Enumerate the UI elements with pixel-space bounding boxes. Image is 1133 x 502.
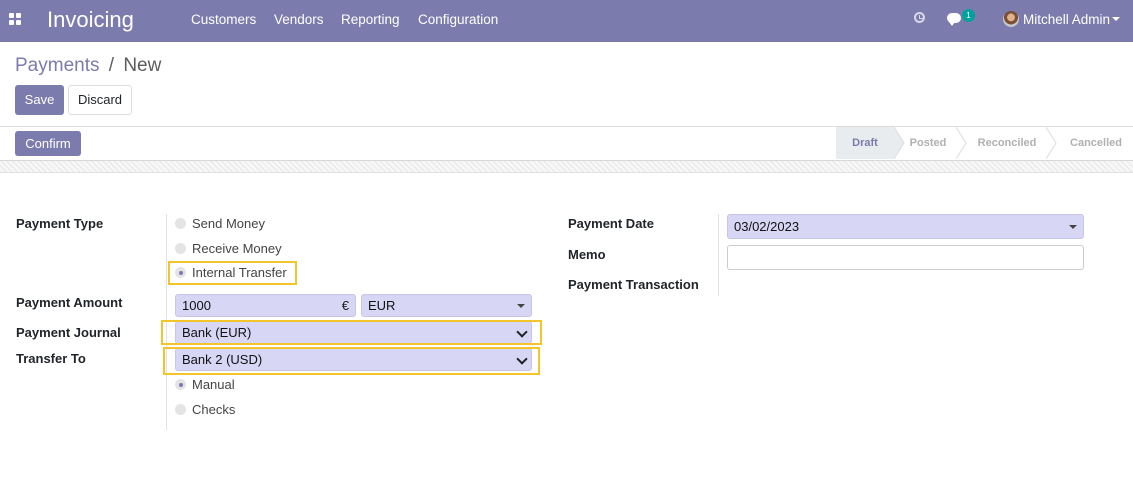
transfer-to-label: Transfer To <box>16 351 86 366</box>
caret-down-icon[interactable] <box>1069 225 1077 229</box>
currency-value: EUR <box>368 298 396 313</box>
radio-label: Send Money <box>192 216 265 231</box>
breadcrumb-current: New <box>123 55 162 76</box>
stage-arrow-icon <box>1046 127 1057 159</box>
payment-journal-label: Payment Journal <box>16 325 121 340</box>
user-menu[interactable]: Mitchell Admin <box>1023 12 1110 27</box>
radio-checked-icon[interactable] <box>175 379 186 390</box>
radio-label: Manual <box>192 377 235 392</box>
payment-amount-input[interactable]: 1000 € <box>175 294 356 317</box>
caret-down-icon[interactable] <box>517 304 525 308</box>
currency-select[interactable]: EUR <box>361 294 532 317</box>
breadcrumb-separator: / <box>108 55 115 76</box>
stage-cancelled[interactable]: Cancelled <box>1064 127 1128 159</box>
save-button[interactable]: Save <box>15 85 64 115</box>
highlight-box <box>163 347 540 375</box>
radio-label: Receive Money <box>192 241 282 256</box>
stage-draft[interactable]: Draft <box>836 127 894 159</box>
payment-date-label: Payment Date <box>568 216 654 231</box>
stage-arrow-icon <box>956 127 967 159</box>
activity-clock-icon[interactable] <box>914 12 925 23</box>
user-avatar[interactable] <box>1003 11 1019 27</box>
group-separator <box>718 214 719 296</box>
discard-button[interactable]: Discard <box>68 85 132 115</box>
menu-customers[interactable]: Customers <box>191 12 256 27</box>
payment-amount-label: Payment Amount <box>16 295 123 310</box>
confirm-button[interactable]: Confirm <box>15 131 81 156</box>
user-caret-icon[interactable] <box>1112 17 1120 21</box>
radio-checks[interactable]: Checks <box>175 402 235 417</box>
radio-send-money[interactable]: Send Money <box>175 216 265 231</box>
chat-count-badge: 1 <box>962 9 975 22</box>
radio-manual[interactable]: Manual <box>175 377 235 392</box>
memo-label: Memo <box>568 247 606 262</box>
radio-icon[interactable] <box>175 404 186 415</box>
sheet-background <box>0 160 1133 173</box>
menu-vendors[interactable]: Vendors <box>274 12 324 27</box>
radio-receive-money[interactable]: Receive Money <box>175 241 282 256</box>
highlight-box <box>168 261 297 285</box>
chat-bubble-icon[interactable] <box>947 13 961 26</box>
radio-label: Checks <box>192 402 236 417</box>
menu-configuration[interactable]: Configuration <box>418 12 498 27</box>
payment-transaction-label: Payment Transaction <box>568 277 699 292</box>
highlight-box <box>161 320 542 345</box>
radio-icon[interactable] <box>175 218 186 229</box>
date-value: 03/02/2023 <box>734 219 800 234</box>
top-navbar: Invoicing Customers Vendors Reporting Co… <box>0 0 1133 42</box>
payment-type-label: Payment Type <box>16 216 104 231</box>
breadcrumb-payments-link[interactable]: Payments <box>15 55 99 76</box>
breadcrumb: Payments / New <box>15 55 161 77</box>
stage-posted[interactable]: Posted <box>906 127 950 159</box>
currency-symbol: € <box>341 298 349 313</box>
stage-reconciled[interactable]: Reconciled <box>974 127 1040 159</box>
app-title[interactable]: Invoicing <box>47 7 134 33</box>
apps-menu-icon[interactable] <box>9 13 22 26</box>
payment-date-input[interactable]: 03/02/2023 <box>727 214 1084 239</box>
amount-value: 1000 <box>182 298 211 313</box>
menu-reporting[interactable]: Reporting <box>341 12 400 27</box>
memo-input[interactable] <box>727 245 1084 270</box>
radio-icon[interactable] <box>175 243 186 254</box>
